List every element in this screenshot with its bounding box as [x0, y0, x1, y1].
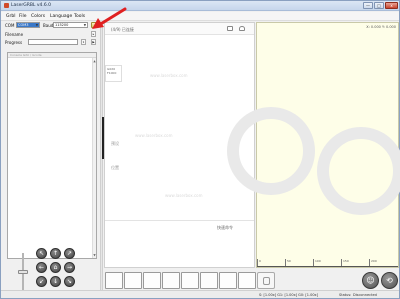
- ruler-tick-label: 150: [343, 259, 349, 263]
- custom-button[interactable]: [238, 272, 256, 289]
- center-panel: (4/9) 已连接 G0X0 F1000 www.laserbox.com ww…: [104, 22, 255, 268]
- title-bar: LaserGRBL v4.6.0 — □ x: [1, 1, 399, 11]
- menu-language[interactable]: Language: [50, 14, 72, 19]
- custom-buttons-bar: ☺ ⟲: [104, 269, 399, 290]
- custom-button[interactable]: [181, 272, 199, 289]
- menu-grbl[interactable]: Grbl: [6, 14, 15, 19]
- filename-label: Filename: [5, 32, 24, 37]
- baud-label: Baud: [43, 23, 54, 28]
- scroll-up-icon[interactable]: ▲: [93, 59, 96, 63]
- arrow-right-icon[interactable]: →: [64, 262, 75, 273]
- com-select[interactable]: COM3 ▼: [16, 22, 40, 28]
- app-logo-icon: [4, 3, 9, 8]
- watermark-text: www.laserbox.com: [135, 133, 173, 138]
- ruler-tick: [369, 259, 370, 266]
- reset-icon[interactable]: ⟲: [381, 272, 398, 289]
- ruler-tick-label: 50: [287, 259, 291, 263]
- position-label: 位置: [111, 165, 119, 170]
- status-value: Disconnected: [353, 293, 377, 297]
- ruler-tick: [341, 259, 342, 266]
- status-bar: S: [1.00x] G1: [1.00x] G0: [1.00x] Statu…: [1, 290, 399, 298]
- connection-status-text: (4/9) 已连接: [111, 27, 134, 32]
- ruler-tick-label: 100: [315, 259, 321, 263]
- com-value: COM3: [18, 23, 29, 27]
- app-window: LaserGRBL v4.6.0 — □ x Grbl File Colors …: [0, 0, 400, 299]
- filename-row: Filename ▸: [3, 31, 99, 38]
- custom-button[interactable]: [143, 272, 161, 289]
- console-scrollbar[interactable]: ▲ ▼: [92, 58, 96, 258]
- lock-icon: [263, 277, 270, 285]
- arrow-down-left-icon[interactable]: ↙: [36, 276, 47, 287]
- window-title: LaserGRBL v4.6.0: [11, 3, 51, 8]
- gcode-line-2: F1000: [107, 71, 117, 75]
- baud-value: 115200: [55, 23, 69, 27]
- arrow-left-icon[interactable]: ←: [36, 262, 47, 273]
- arrow-down-right-icon[interactable]: ↘: [64, 276, 75, 287]
- console-header: Console Grbl / Gcode: [8, 53, 96, 58]
- custom-button[interactable]: [200, 272, 218, 289]
- ruler-tick-label: 0: [259, 259, 261, 263]
- center-toolbar: (4/9) 已连接: [105, 23, 254, 35]
- coordinate-readout: X: 0.000 Y: 0.000: [366, 25, 396, 29]
- arrow-up-icon[interactable]: ↑: [50, 248, 61, 259]
- progress-row: Progress 1 ▶: [3, 39, 99, 46]
- connection-row: COM COM3 ▼ Baud 115200 ▼: [3, 22, 99, 29]
- com-label: COM: [5, 23, 15, 28]
- preview-canvas[interactable]: X: 0.000 Y: 0.000 0 50 100 150 200: [256, 22, 399, 268]
- menu-file[interactable]: File: [19, 14, 27, 19]
- connect-button[interactable]: [91, 22, 98, 28]
- status-label: Status:: [339, 293, 352, 297]
- preset-label: 预设: [111, 141, 119, 146]
- camera-icon[interactable]: [227, 26, 233, 31]
- quick-command-panel: 快速命令: [105, 220, 254, 267]
- watermark-text: www.laserbox.com: [150, 73, 188, 78]
- ruler-tick: [285, 259, 286, 266]
- menu-bar: Grbl File Colors Language Tools: [1, 12, 399, 21]
- ruler-tick: [257, 259, 258, 266]
- chevron-down-icon: ▼: [35, 23, 38, 27]
- arrow-up-left-icon[interactable]: ↖: [36, 248, 47, 259]
- custom-button[interactable]: [219, 272, 237, 289]
- x-ruler: [257, 266, 398, 267]
- menu-tools[interactable]: Tools: [74, 14, 85, 19]
- maximize-button[interactable]: □: [374, 2, 384, 9]
- custom-button[interactable]: [105, 272, 123, 289]
- speed-override-text: S: [1.00x] G1: [1.00x] G0: [1.00x]: [259, 293, 318, 297]
- run-file-icon[interactable]: ▶: [91, 39, 96, 45]
- close-button[interactable]: x: [385, 2, 398, 9]
- menu-colors[interactable]: Colors: [31, 14, 45, 19]
- gcode-preview-box: G0X0 F1000: [105, 65, 122, 82]
- progress-label: Progress: [5, 40, 23, 45]
- panel-splitter[interactable]: [100, 22, 103, 298]
- jog-speed-slider-thumb[interactable]: [18, 270, 28, 274]
- ruler-tick: [313, 259, 314, 266]
- user-icon[interactable]: [239, 26, 245, 31]
- chevron-down-icon: ▼: [83, 23, 86, 27]
- watermark-text: www.laserbox.com: [165, 193, 203, 198]
- minimize-button[interactable]: —: [363, 2, 373, 9]
- custom-button[interactable]: [124, 272, 142, 289]
- baud-select[interactable]: 115200 ▼: [53, 22, 88, 28]
- left-panel: COM COM3 ▼ Baud 115200 ▼ Filename ▸ Prog…: [3, 22, 99, 298]
- run-icon[interactable]: ☺: [362, 272, 379, 289]
- lock-button[interactable]: [257, 272, 275, 289]
- ruler-tick-label: 200: [371, 259, 377, 263]
- arrow-up-right-icon[interactable]: ↗: [64, 248, 75, 259]
- quick-command-label: 快速命令: [217, 225, 233, 230]
- home-icon[interactable]: ⌂: [50, 262, 61, 273]
- custom-button[interactable]: [162, 272, 180, 289]
- progress-field: [28, 39, 78, 45]
- console-panel[interactable]: Console Grbl / Gcode ▲ ▼: [7, 52, 97, 259]
- arrow-down-icon[interactable]: ↓: [50, 276, 61, 287]
- open-file-icon[interactable]: ▸: [91, 31, 96, 37]
- copies-stepper[interactable]: 1: [81, 39, 86, 45]
